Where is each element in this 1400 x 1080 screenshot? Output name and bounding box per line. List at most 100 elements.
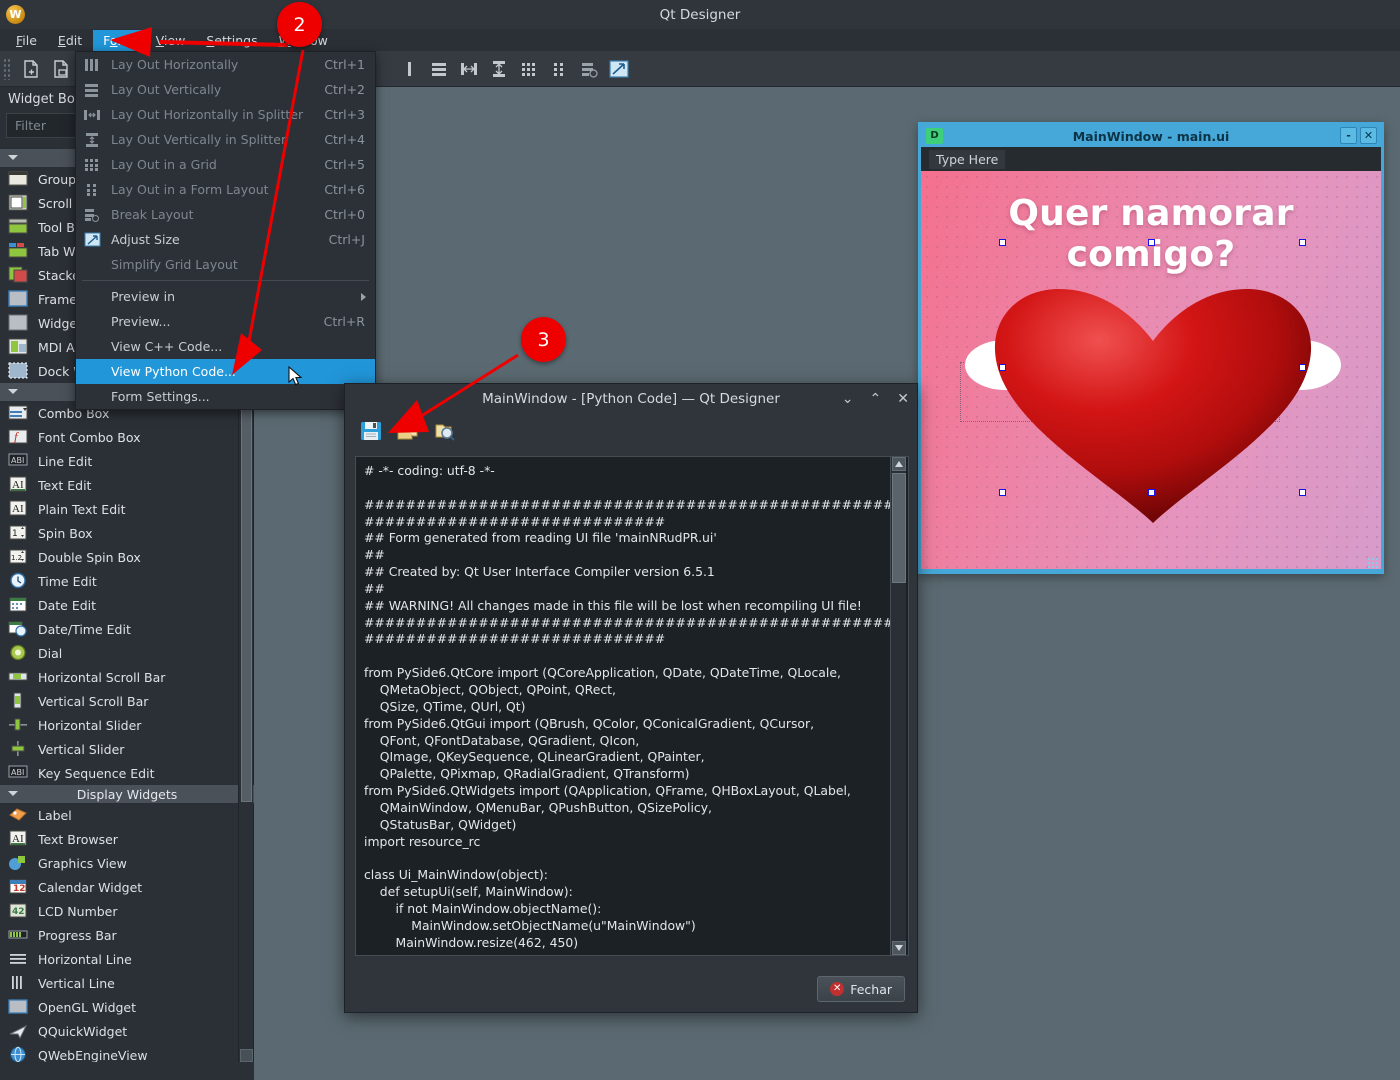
close-dialog-button[interactable]: ✕ Fechar	[817, 976, 905, 1002]
widget-item-date-time-edit[interactable]: Date/Time Edit	[0, 617, 254, 641]
menu-item-simplify-grid-layout[interactable]: Simplify Grid Layout	[76, 252, 375, 277]
menu-edit[interactable]: Edit	[48, 30, 92, 51]
menu-item-form-settings[interactable]: Form Settings...	[76, 384, 375, 409]
widget-item-font-combo-box[interactable]: f Font Combo Box	[0, 425, 254, 449]
widget-item-calendar-widget[interactable]: 12 Calendar Widget	[0, 875, 254, 899]
menu-item-lay-out-vertically-in-splitter[interactable]: Lay Out Vertically in Splitter Ctrl+4	[76, 127, 375, 152]
copy-icon[interactable]	[396, 419, 420, 447]
python-code-text[interactable]: # -*- coding: utf-8 -*- ################…	[355, 456, 909, 956]
close-button[interactable]: ✕	[1360, 127, 1377, 144]
scroll-up-arrow-icon[interactable]	[892, 457, 906, 471]
selection-handle[interactable]	[1299, 489, 1306, 496]
preview-form-canvas[interactable]: Quer namorar comigo?	[921, 171, 1381, 569]
menu-item-lay-out-horizontally-in-splitter[interactable]: Lay Out Horizontally in Splitter Ctrl+3	[76, 102, 375, 127]
widget-item-horizontal-slider[interactable]: Horizontal Slider	[0, 713, 254, 737]
type-here-placeholder[interactable]: Type Here	[929, 149, 1006, 169]
form-heading-label[interactable]: Quer namorar comigo?	[921, 193, 1381, 275]
selection-handle[interactable]	[999, 239, 1006, 246]
selection-handle[interactable]	[1299, 239, 1306, 246]
widget-item-plain-text-edit[interactable]: AI Plain Text Edit	[0, 497, 254, 521]
lay-out-vertically-icon[interactable]	[424, 54, 454, 84]
selection-handle[interactable]	[1148, 489, 1155, 496]
lay-out-in-form-layout-icon[interactable]	[544, 54, 574, 84]
lay-out-in-grid-icon[interactable]	[514, 54, 544, 84]
menu-item-lay-out-vertically[interactable]: Lay Out Vertically Ctrl+2	[76, 77, 375, 102]
menu-item-label: Lay Out in a Grid	[111, 157, 217, 172]
minimize-button[interactable]: ⌄	[842, 391, 854, 407]
menu-item-preview[interactable]: Preview... Ctrl+R	[76, 309, 375, 334]
widget-item-label[interactable]: Label	[0, 803, 254, 827]
minimize-button[interactable]: -	[1340, 127, 1357, 144]
widget-item-label: Frame	[38, 291, 77, 307]
widget-item-horizontal-line[interactable]: Horizontal Line	[0, 947, 254, 971]
close-button[interactable]: ✕	[897, 391, 909, 407]
menu-item-label: Preview...	[111, 314, 171, 329]
widget-item-lcd-number[interactable]: 42 LCD Number	[0, 899, 254, 923]
menu-item-view-cpp-code[interactable]: View C++ Code...	[76, 334, 375, 359]
open-form-icon[interactable]	[46, 54, 76, 84]
find-icon[interactable]	[433, 419, 457, 447]
selection-handle[interactable]	[999, 364, 1006, 371]
widget-item-key-sequence-edit[interactable]: ABI Key Sequence Edit	[0, 761, 254, 785]
menu-item-lay-out-horizontally[interactable]: Lay Out Horizontally Ctrl+1	[76, 52, 375, 77]
chevron-down-icon	[8, 389, 18, 394]
menubar: File Edit Form View Settings Window	[0, 29, 1400, 51]
menu-item-preview-in[interactable]: Preview in	[76, 284, 375, 309]
scrollbar-thumb[interactable]	[892, 473, 906, 583]
selection-handle[interactable]	[999, 489, 1006, 496]
selection-handle[interactable]	[1148, 239, 1155, 246]
widget-item-graphics-view[interactable]: Graphics View	[0, 851, 254, 875]
toolbar-grip[interactable]	[3, 57, 12, 80]
widget-item-spin-box[interactable]: 1 Spin Box	[0, 521, 254, 545]
menu-file[interactable]: File	[6, 30, 47, 51]
layout-vertical-bar-icon[interactable]	[394, 54, 424, 84]
save-icon[interactable]	[359, 419, 383, 447]
scroll-down-arrow-icon[interactable]	[892, 941, 906, 955]
code-dialog-titlebar[interactable]: MainWindow - [Python Code] — Qt Designer…	[345, 384, 917, 413]
menu-settings[interactable]: Settings	[196, 30, 267, 51]
lay-out-horizontally-in-splitter-icon[interactable]	[454, 54, 484, 84]
selection-handle[interactable]	[1299, 364, 1306, 371]
maximize-button[interactable]: ⌃	[870, 391, 882, 407]
break-layout-icon[interactable]	[574, 54, 604, 84]
lay-out-vertically-in-splitter-icon[interactable]	[484, 54, 514, 84]
widget-item-time-edit[interactable]: Time Edit	[0, 569, 254, 593]
menu-item-break-layout[interactable]: Break Layout Ctrl+0	[76, 202, 375, 227]
widget-item-horizontal-scroll-bar[interactable]: Horizontal Scroll Bar	[0, 665, 254, 689]
adjust-size-icon[interactable]	[604, 54, 634, 84]
widget-item-date-edit[interactable]: Date Edit	[0, 593, 254, 617]
preview-window[interactable]: D MainWindow - main.ui - ✕ Type Here Que…	[918, 122, 1384, 574]
menu-item-lay-out-in-a-form-layout[interactable]: Lay Out in a Form Layout Ctrl+6	[76, 177, 375, 202]
menu-item-view-python-code[interactable]: View Python Code...	[76, 359, 375, 384]
menu-item-lay-out-in-a-grid[interactable]: Lay Out in a Grid Ctrl+5	[76, 152, 375, 177]
widget-item-vertical-line[interactable]: Vertical Line	[0, 971, 254, 995]
widget-item-progress-bar[interactable]: Progress Bar	[0, 923, 254, 947]
svg-text:AI: AI	[12, 503, 24, 515]
scroll-down-arrow-icon[interactable]	[240, 1049, 253, 1062]
menu-view[interactable]: View	[146, 30, 196, 51]
preview-titlebar[interactable]: D MainWindow - main.ui - ✕	[921, 125, 1381, 147]
widget-item-qquickwidget[interactable]: QQuickWidget	[0, 1019, 254, 1043]
new-form-icon[interactable]	[16, 54, 46, 84]
python-code-dialog[interactable]: MainWindow - [Python Code] — Qt Designer…	[344, 383, 918, 1013]
widget-item-vertical-slider[interactable]: Vertical Slider	[0, 737, 254, 761]
widget-item-text-browser[interactable]: AI Text Browser	[0, 827, 254, 851]
preview-menubar[interactable]: Type Here	[921, 147, 1381, 171]
widget-item-opengl-widget[interactable]: OpenGL Widget	[0, 995, 254, 1019]
form-menu-dropdown[interactable]: Lay Out Horizontally Ctrl+1 Lay Out Vert…	[75, 51, 376, 410]
widget-item-double-spin-box[interactable]: 1.2 Double Spin Box	[0, 545, 254, 569]
widget-box-footer	[0, 1062, 254, 1080]
widget-item-qwebengineview[interactable]: QWebEngineView	[0, 1043, 254, 1062]
widget-item-dial[interactable]: Dial	[0, 641, 254, 665]
widget-item-label: Double Spin Box	[38, 549, 141, 565]
menu-item-adjust-size[interactable]: Adjust Size Ctrl+J	[76, 227, 375, 252]
resize-grip[interactable]	[1367, 557, 1379, 569]
widget-item-vertical-scroll-bar[interactable]: Vertical Scroll Bar	[0, 689, 254, 713]
widget-item-text-edit[interactable]: AI Text Edit	[0, 473, 254, 497]
widget-category-display-widgets[interactable]: Display Widgets	[0, 785, 254, 803]
scrollbar-thumb[interactable]	[241, 382, 252, 802]
widget-item-line-edit[interactable]: ABI Line Edit	[0, 449, 254, 473]
code-scrollbar[interactable]	[890, 457, 906, 955]
menu-form[interactable]: Form	[93, 29, 145, 51]
key-sequence-edit-icon: ABI	[8, 764, 30, 782]
